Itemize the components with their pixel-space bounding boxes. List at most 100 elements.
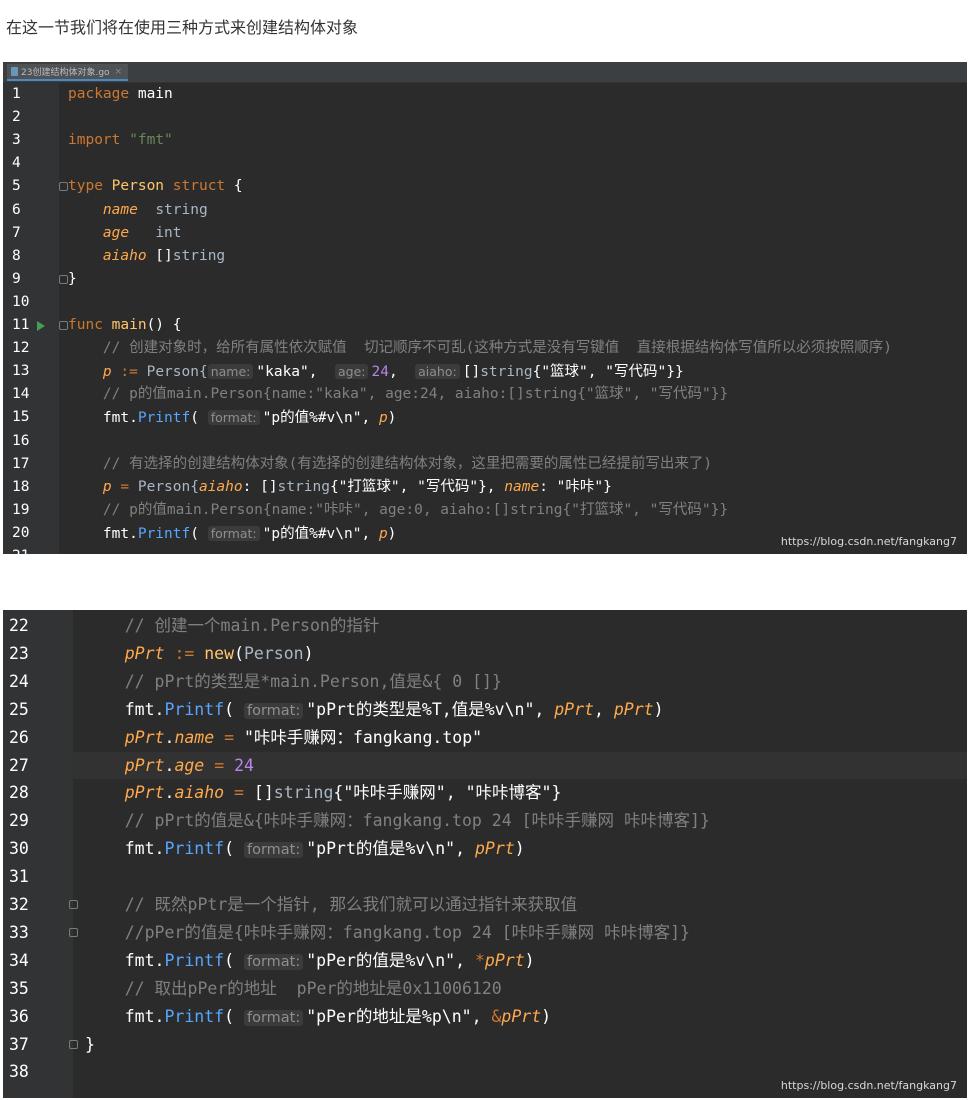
fold-marker-icon[interactable] <box>59 274 68 284</box>
fold-marker-icon[interactable] <box>69 927 78 937</box>
code-line[interactable]: 16 <box>3 430 967 453</box>
code-line[interactable]: 17 // 有选择的创建结构体对象(有选择的创建结构体对象，这里把需要的属性已经… <box>3 453 967 476</box>
code-token: Printf <box>164 950 225 970</box>
code-line[interactable]: 12 // 创建对象时，给所有属性依次赋值 切记顺序不可乱(这种方式是没有写键值… <box>3 337 967 360</box>
code-token: fmt. <box>85 839 165 859</box>
code-line[interactable]: 23 pPrt := new(Person) <box>3 640 967 668</box>
code-line[interactable]: 1 package main <box>3 83 967 106</box>
line-number: 4 <box>12 155 21 172</box>
code-editor-1[interactable]: 23创建结构体对象.go × 1 package main 2 3 import "fm… <box>3 62 967 554</box>
code-token: Printf <box>137 410 191 427</box>
line-number: 31 <box>9 867 29 887</box>
run-icon[interactable] <box>37 321 45 331</box>
fold-marker-icon[interactable] <box>69 900 78 909</box>
code-line[interactable]: 10 <box>3 291 967 314</box>
code-text: fmt.Printf( format: "p的值%#v\n", p) <box>68 522 396 546</box>
code-token: , <box>445 783 466 803</box>
code-line[interactable]: 36 fmt.Printf( format: "pPer的地址是%p\n", &p… <box>3 1003 967 1031</box>
code-line[interactable]: 18 p = Person{aiaho: []string{"打篮球", "写代… <box>3 476 967 499</box>
code-token: new <box>204 643 235 663</box>
code-line[interactable]: 29 // pPrt的值是&{咔咔手赚网：fangkang.top 24 [咔咔… <box>3 807 967 835</box>
code-line[interactable]: 4 <box>3 152 967 175</box>
code-line[interactable]: 35 // 取出pPer的地址 pPer的地址是0x11006120 <box>3 975 967 1003</box>
code-text: type Person struct { <box>68 175 243 198</box>
code-token: ) <box>541 1006 552 1026</box>
code-token: } <box>551 783 562 803</box>
code-line[interactable]: 22 // 创建一个main.Person的指针 <box>3 612 967 640</box>
code-token: "pPer的值是%v\n" <box>306 950 456 970</box>
fold-marker-icon[interactable] <box>59 321 68 330</box>
code-token: "p的值%#v\n" <box>262 410 362 427</box>
code-line[interactable]: 28 pPrt.aiaho = []string{"咔咔手赚网", "咔咔博客"… <box>3 779 967 807</box>
code-line[interactable]: 27 pPrt.age = 24 <box>9 751 967 780</box>
code-token: fmt. <box>85 950 165 970</box>
code-line[interactable]: 15 fmt.Printf( format: "p的值%#v\n", p) <box>3 406 967 429</box>
code-line[interactable]: 32 // 既然pPtr是一个指针, 那么我们就可以通过指针来获取值 <box>3 891 967 919</box>
code-token: ) <box>514 839 525 859</box>
code-text: package main <box>68 83 173 106</box>
code-token: name <box>504 478 540 495</box>
code-token: } <box>85 1034 95 1054</box>
fold-marker-icon[interactable] <box>69 1039 78 1049</box>
code-text: pPrt.age = 24 <box>85 752 254 780</box>
code-line[interactable]: 19 // p的值main.Person{name:"咔咔", age:0, a… <box>3 499 967 522</box>
code-token: main <box>129 86 173 102</box>
code-token: // 取出pPer的地址 pPer的地址是0x11006120 <box>124 978 502 998</box>
code-line[interactable]: 26 pPrt.name = "咔咔手赚网：fangkang.top" <box>3 724 967 752</box>
code-text: pPrt := new(Person) <box>85 640 314 668</box>
line-number: 28 <box>9 783 29 803</box>
close-tab-icon[interactable]: × <box>115 67 123 77</box>
code-line[interactable]: 25 fmt.Printf( format: "pPrt的类型是%T,值是%v\n… <box>3 696 967 724</box>
code-line[interactable]: 37} <box>3 1031 967 1059</box>
code-line[interactable]: 11 func main() { <box>3 314 967 337</box>
code-line[interactable]: 8 aiaho []string <box>3 245 967 268</box>
code-token: "咔咔" <box>556 478 604 495</box>
code-line[interactable]: 31 <box>3 863 967 891</box>
code-token: 24 <box>234 755 254 775</box>
code-token: "打篮球" <box>338 478 400 495</box>
code-line[interactable]: 33 //pPer的值是{咔咔手赚网：fangkang.top 24 [咔咔手赚… <box>3 919 967 947</box>
code-token: p <box>102 478 112 495</box>
fold-marker-icon[interactable] <box>59 182 68 192</box>
line-number: 9 <box>12 270 21 287</box>
code-line[interactable]: 14 // p的值main.Person{name:"kaka", age:24… <box>3 383 967 406</box>
line-number: 8 <box>12 247 21 264</box>
code-token: , <box>471 1006 492 1026</box>
code-token: ) <box>653 699 664 719</box>
line-number: 3 <box>12 132 21 149</box>
code-token: , <box>455 950 475 970</box>
file-tab[interactable]: 23创建结构体对象.go × <box>7 64 129 81</box>
code-line[interactable]: 34 fmt.Printf( format: "pPer的值是%v\n", *pP… <box>3 947 967 975</box>
code-token: ( <box>224 839 244 859</box>
code-line[interactable]: 24 // pPrt的类型是*main.Person,值是&{ 0 []} <box>3 668 967 696</box>
code-editor-2[interactable]: 22 // 创建一个main.Person的指针 23 pPrt := new(P… <box>3 610 967 1098</box>
code-line[interactable]: 3 import "fmt" <box>3 129 967 152</box>
line-number: 5 <box>12 178 21 195</box>
code-token: // 创建一个main.Person的指针 <box>124 616 380 635</box>
code-token: [] <box>462 364 481 381</box>
code-line[interactable]: 7 age int <box>3 222 967 245</box>
code-token: "篮球" <box>541 364 588 381</box>
code-token: Person{ <box>146 364 208 381</box>
line-number: 29 <box>9 811 29 831</box>
code-token: } <box>68 270 77 287</box>
code-token: fangkang <box>352 727 433 747</box>
code-line[interactable]: 13 p := Person{name: "kaka", age: 24, aiah… <box>3 360 967 383</box>
code-text: pPrt.name = "咔咔手赚网：fangkang.top" <box>85 724 482 752</box>
code-token: = <box>214 755 225 775</box>
code-line[interactable]: 2 <box>3 106 967 129</box>
code-token: package <box>68 86 130 102</box>
code-line[interactable]: 9} <box>3 268 967 291</box>
code-line[interactable]: 6 name string <box>3 199 967 222</box>
code-line[interactable]: 5 type Person struct { <box>3 175 967 198</box>
code-text: } <box>85 1031 95 1059</box>
code-line[interactable]: 30 fmt.Printf( format: "pPrt的值是%v\n", pPr… <box>3 835 967 863</box>
